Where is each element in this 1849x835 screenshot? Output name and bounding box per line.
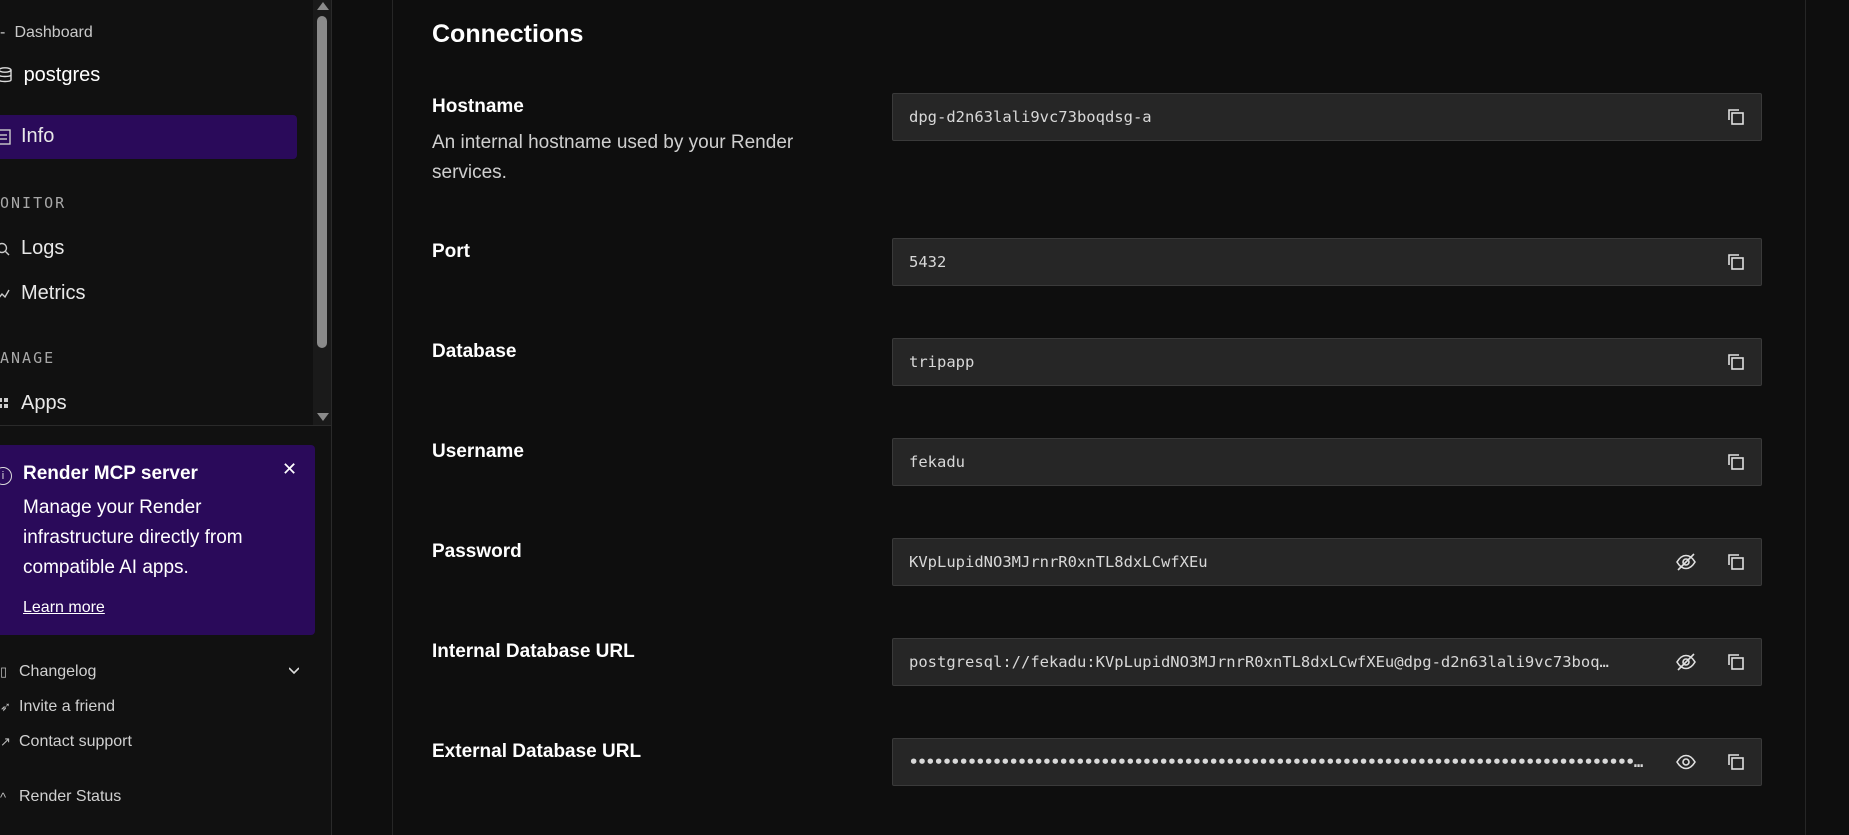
mcp-promo-card: i Render MCP server ✕ Manage your Render…	[0, 445, 315, 635]
search-icon	[0, 242, 18, 256]
port-label: Port	[432, 241, 470, 262]
promo-title: Render MCP server	[23, 463, 198, 484]
database-label: Database	[432, 341, 517, 362]
sidebar-scrollbar[interactable]	[313, 0, 331, 425]
database-value[interactable]: tripapp	[909, 339, 1701, 385]
manage-section-label: ANAGE	[0, 349, 56, 367]
sidebar-item-info[interactable]: Info	[0, 125, 54, 148]
password-value[interactable]: KVpLupidNO3MJrnrR0xnTL8dxLCwfXEu	[909, 539, 1651, 585]
sidebar-nav: ‐ Dashboard postgres Info ONITOR Logs Me…	[0, 0, 313, 425]
copy-icon[interactable]	[1725, 551, 1747, 573]
invite-friend-link[interactable]: ➶ Invite a friend	[0, 698, 115, 716]
port-field[interactable]: 5432	[892, 238, 1762, 286]
service-name-label: postgres	[23, 64, 101, 86]
sidebar-divider	[0, 425, 331, 426]
eye-off-icon[interactable]	[1675, 651, 1697, 673]
port-value[interactable]: 5432	[909, 239, 1701, 285]
scroll-down-arrow-icon[interactable]	[317, 413, 329, 421]
password-field[interactable]: KVpLupidNO3MJrnrR0xnTL8dxLCwfXEu	[892, 538, 1762, 586]
status-pulse-icon: ^	[0, 789, 7, 805]
send-icon: ➶	[0, 699, 11, 714]
eye-icon[interactable]	[1675, 751, 1697, 773]
copy-icon[interactable]	[1725, 106, 1747, 128]
sidebar-item-apps-label: Apps	[21, 392, 67, 414]
internal-url-value[interactable]: postgresql://fekadu:KVpLupidNO3MJrnrR0xn…	[909, 639, 1651, 685]
password-label: Password	[432, 541, 522, 562]
info-icon: i	[0, 467, 12, 485]
username-field[interactable]: fekadu	[892, 438, 1762, 486]
changelog-link[interactable]: ▯ Changelog	[0, 663, 96, 681]
copy-icon[interactable]	[1725, 751, 1747, 773]
sidebar-item-info-label: Info	[21, 125, 55, 147]
external-url-label: External Database URL	[432, 741, 642, 762]
username-value[interactable]: fekadu	[909, 439, 1701, 485]
service-title: postgres	[0, 64, 100, 87]
back-to-dashboard-link[interactable]: ‐ Dashboard	[0, 24, 93, 42]
monitor-section-label: ONITOR	[0, 194, 67, 212]
copy-icon[interactable]	[1725, 251, 1747, 273]
arrow-left-icon: ‐	[0, 24, 6, 41]
render-status-link[interactable]: ^ Render Status	[0, 788, 121, 806]
external-url-value[interactable]: ••••••••••••••••••••••••••••••••••••••••…	[909, 739, 1651, 785]
page-title: Connections	[432, 20, 584, 48]
info-page-icon	[0, 128, 18, 145]
promo-description: Manage your Render infrastructure direct…	[23, 497, 243, 578]
status-label: Render Status	[19, 788, 122, 805]
support-label: Contact support	[19, 733, 132, 750]
copy-icon[interactable]	[1725, 451, 1747, 473]
sidebar-item-logs-label: Logs	[21, 237, 65, 259]
contact-support-link[interactable]: ↗ Contact support	[0, 733, 132, 751]
chart-line-icon	[0, 287, 18, 301]
external-url-field[interactable]: ••••••••••••••••••••••••••••••••••••••••…	[892, 738, 1762, 786]
database-field[interactable]: tripapp	[892, 338, 1762, 386]
external-link-icon: ↗	[0, 734, 11, 749]
sidebar-item-apps[interactable]: Apps	[0, 392, 67, 415]
invite-label: Invite a friend	[19, 698, 116, 715]
back-link-label: Dashboard	[14, 24, 93, 41]
hostname-label: Hostname	[432, 96, 524, 117]
sidebar-item-metrics[interactable]: Metrics	[0, 282, 85, 305]
hostname-field[interactable]: dpg-d2n63lali9vc73boqdsg-a	[892, 93, 1762, 141]
scrollbar-thumb[interactable]	[317, 16, 327, 348]
copy-icon[interactable]	[1725, 351, 1747, 373]
close-icon[interactable]: ✕	[282, 459, 297, 480]
internal-url-label: Internal Database URL	[432, 641, 635, 662]
learn-more-link[interactable]: Learn more	[23, 599, 105, 617]
hostname-description: An internal hostname used by your Render…	[432, 132, 794, 183]
sidebar: ‐ Dashboard postgres Info ONITOR Logs Me…	[0, 0, 332, 835]
changelog-icon: ▯	[0, 664, 8, 679]
changelog-label: Changelog	[19, 663, 97, 680]
sidebar-item-metrics-label: Metrics	[21, 282, 86, 304]
sidebar-item-logs[interactable]: Logs	[0, 237, 64, 260]
internal-url-field[interactable]: postgresql://fekadu:KVpLupidNO3MJrnrR0xn…	[892, 638, 1762, 686]
eye-off-icon[interactable]	[1675, 551, 1697, 573]
scroll-up-arrow-icon[interactable]	[317, 2, 329, 10]
copy-icon[interactable]	[1725, 651, 1747, 673]
apps-grid-icon	[0, 397, 18, 411]
hostname-value[interactable]: dpg-d2n63lali9vc73boqdsg-a	[909, 94, 1701, 140]
username-label: Username	[432, 441, 524, 462]
chevron-down-icon[interactable]	[289, 665, 299, 675]
database-icon	[0, 67, 12, 83]
